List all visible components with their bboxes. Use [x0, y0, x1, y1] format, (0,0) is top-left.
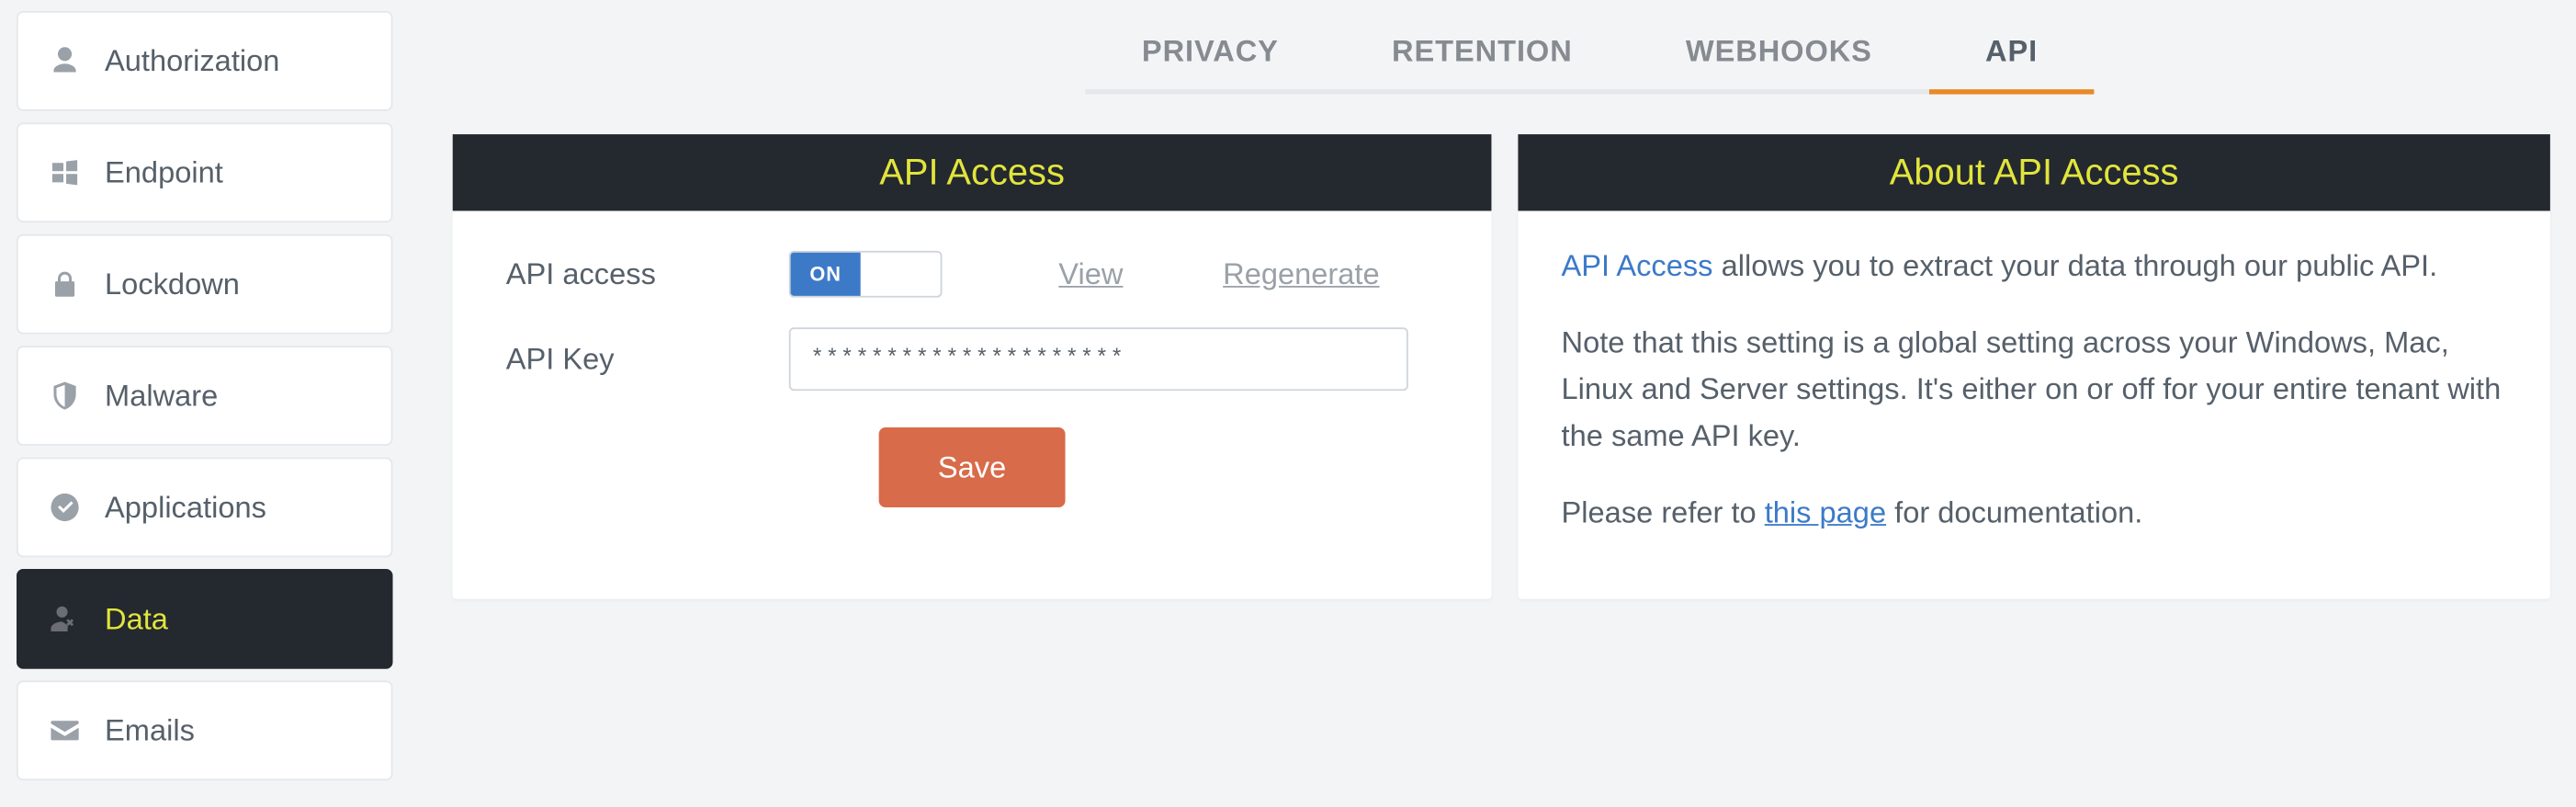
- about-p3-pre: Please refer to: [1562, 494, 1765, 528]
- sidebar-item-label: Endpoint: [105, 155, 223, 190]
- sidebar-item-label: Applications: [105, 490, 266, 525]
- sidebar-item-malware[interactable]: Malware: [17, 346, 393, 446]
- lock-icon: [48, 267, 81, 301]
- user-icon: [48, 44, 81, 77]
- panel-title: API Access: [453, 134, 1492, 210]
- toggle-on-text: ON: [791, 253, 861, 296]
- about-p1: API Access allows you to extract your da…: [1562, 244, 2507, 291]
- about-p2: Note that this setting is a global setti…: [1562, 321, 2507, 460]
- sidebar-item-label: Lockdown: [105, 267, 240, 301]
- about-p3: Please refer to this page for documentat…: [1562, 490, 2507, 537]
- sidebar-item-label: Malware: [105, 379, 218, 414]
- save-button[interactable]: Save: [879, 427, 1066, 507]
- check-circle-icon: [48, 491, 81, 524]
- sidebar-item-label: Authorization: [105, 43, 279, 78]
- api-key-label: API Key: [506, 342, 789, 377]
- panel-about-api: About API Access API Access allows you t…: [1518, 134, 2549, 599]
- user-x-icon: [48, 602, 81, 635]
- docs-link[interactable]: this page: [1765, 494, 1886, 528]
- sidebar: Authorization Endpoint Lockdown Malware …: [17, 11, 393, 780]
- panel-title: About API Access: [1518, 134, 2549, 210]
- tab-retention[interactable]: RETENTION: [1335, 11, 1629, 95]
- sidebar-item-emails[interactable]: Emails: [17, 680, 393, 780]
- windows-icon: [48, 156, 81, 189]
- panel-api-access: API Access API access ON View Regenerate…: [453, 134, 1492, 599]
- sidebar-item-label: Data: [105, 601, 168, 636]
- sidebar-item-authorization[interactable]: Authorization: [17, 11, 393, 111]
- tab-webhooks[interactable]: WEBHOOKS: [1629, 11, 1928, 95]
- api-access-toggle[interactable]: ON: [789, 251, 943, 298]
- about-p1-rest: allows you to extract your data through …: [1713, 249, 2438, 282]
- tab-api[interactable]: API: [1928, 11, 2094, 95]
- sidebar-item-lockdown[interactable]: Lockdown: [17, 234, 393, 335]
- sidebar-item-endpoint[interactable]: Endpoint: [17, 122, 393, 222]
- api-key-field[interactable]: [789, 327, 1408, 391]
- about-highlight: API Access: [1562, 249, 1713, 282]
- api-access-label: API access: [506, 256, 789, 291]
- shield-icon: [48, 379, 81, 412]
- tabs: PRIVACY RETENTION WEBHOOKS API: [1085, 11, 2576, 95]
- sidebar-item-data[interactable]: Data: [17, 569, 393, 669]
- about-p3-post: for documentation.: [1886, 494, 2142, 528]
- sidebar-item-applications[interactable]: Applications: [17, 458, 393, 558]
- main: PRIVACY RETENTION WEBHOOKS API API Acces…: [453, 11, 2576, 599]
- envelope-icon: [48, 714, 81, 747]
- tab-privacy[interactable]: PRIVACY: [1085, 11, 1335, 95]
- sidebar-item-label: Emails: [105, 713, 195, 748]
- view-link[interactable]: View: [1058, 256, 1123, 291]
- regenerate-link[interactable]: Regenerate: [1223, 256, 1379, 291]
